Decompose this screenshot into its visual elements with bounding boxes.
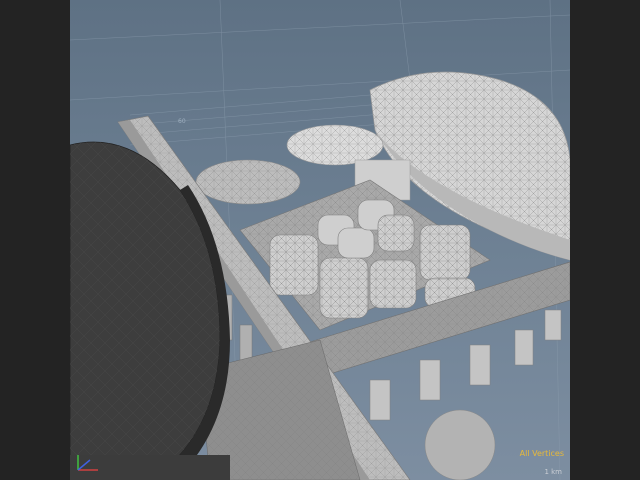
right-letterbox [570, 0, 640, 480]
left-letterbox [0, 0, 70, 480]
small-disc [195, 159, 301, 205]
grid-value-label: 60 [178, 118, 186, 125]
xyz-axis-gizmo-icon [72, 452, 102, 476]
scene-render [70, 0, 570, 480]
selection-status-label: All Vertices [519, 449, 564, 458]
scale-label: 1 km [544, 468, 562, 476]
3d-viewport[interactable]: 60 All Vertices 1 km [70, 0, 570, 480]
